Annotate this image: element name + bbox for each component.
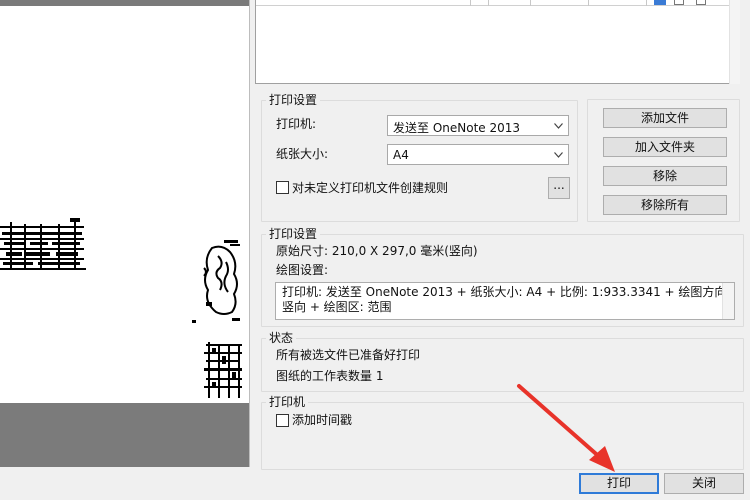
- browse-button[interactable]: ...: [548, 177, 570, 199]
- annotation-arrow-icon: [517, 384, 615, 472]
- file-list-scrollbar[interactable]: [729, 0, 740, 84]
- printer-label: 打印机:: [276, 117, 317, 131]
- drawing-settings-box[interactable]: 打印机: 发送至 OneNote 2013 + 纸张大小: A4 + 比例: 1…: [275, 282, 735, 320]
- add-folder-button[interactable]: 加入文件夹: [603, 137, 727, 157]
- chevron-down-icon: [554, 123, 563, 129]
- preview-background: [0, 403, 249, 467]
- file-list[interactable]: [255, 0, 740, 84]
- status-line: 所有被选文件已准备好打印: [276, 348, 421, 362]
- printer-select-value: 发送至 OneNote 2013: [393, 121, 521, 135]
- timestamp-checkbox[interactable]: [276, 414, 289, 427]
- drawing-settings-scrollbar[interactable]: [722, 283, 734, 319]
- remove-all-button[interactable]: 移除所有: [603, 195, 727, 215]
- printer-group-legend: 打印机: [269, 395, 306, 409]
- original-size-text: 原始尺寸: 210,0 X 297,0 毫米(竖向): [276, 244, 478, 258]
- printer-group: 打印机: [261, 396, 744, 470]
- printer-select[interactable]: 发送至 OneNote 2013: [387, 115, 569, 136]
- drawing-settings-label: 绘图设置:: [276, 263, 329, 277]
- chevron-down-icon: [554, 152, 563, 158]
- file-list-header: [256, 0, 739, 6]
- create-rule-checkbox[interactable]: [276, 181, 289, 194]
- print-button[interactable]: 打印: [579, 473, 659, 494]
- close-button[interactable]: 关闭: [664, 473, 744, 494]
- paper-size-select[interactable]: A4: [387, 144, 569, 165]
- page-icon[interactable]: [696, 0, 706, 5]
- drawing-settings-line: 打印机: 发送至 OneNote 2013 + 纸张大小: A4 + 比例: 1…: [282, 285, 731, 299]
- doc-icon[interactable]: [674, 0, 684, 5]
- status-legend: 状态: [269, 331, 294, 345]
- status-group: 状态: [261, 332, 744, 392]
- column-separator[interactable]: [588, 0, 589, 6]
- remove-button[interactable]: 移除: [603, 166, 727, 186]
- paper-size-label: 纸张大小:: [276, 147, 329, 161]
- print-preview-pane: [0, 0, 249, 467]
- paper-size-value: A4: [393, 148, 409, 162]
- add-file-button[interactable]: 添加文件: [603, 108, 727, 128]
- excel-icon[interactable]: [654, 0, 666, 5]
- column-separator[interactable]: [470, 0, 471, 6]
- sheet-count-text: 图纸的工作表数量 1: [276, 369, 384, 383]
- drawing-thumbnail: [0, 218, 242, 398]
- print-info-legend: 打印设置: [269, 227, 318, 241]
- preview-top-border: [0, 0, 249, 6]
- column-separator[interactable]: [530, 0, 531, 6]
- printer-settings-legend: 打印设置: [269, 93, 318, 107]
- timestamp-label: 添加时间戳: [292, 413, 353, 427]
- create-rule-label: 对未定义打印机文件创建规则: [292, 181, 449, 195]
- column-separator[interactable]: [646, 0, 647, 6]
- drawing-settings-line: 竖向 + 绘图区: 范围: [282, 300, 392, 314]
- column-separator[interactable]: [488, 0, 489, 6]
- pane-divider[interactable]: [249, 0, 250, 467]
